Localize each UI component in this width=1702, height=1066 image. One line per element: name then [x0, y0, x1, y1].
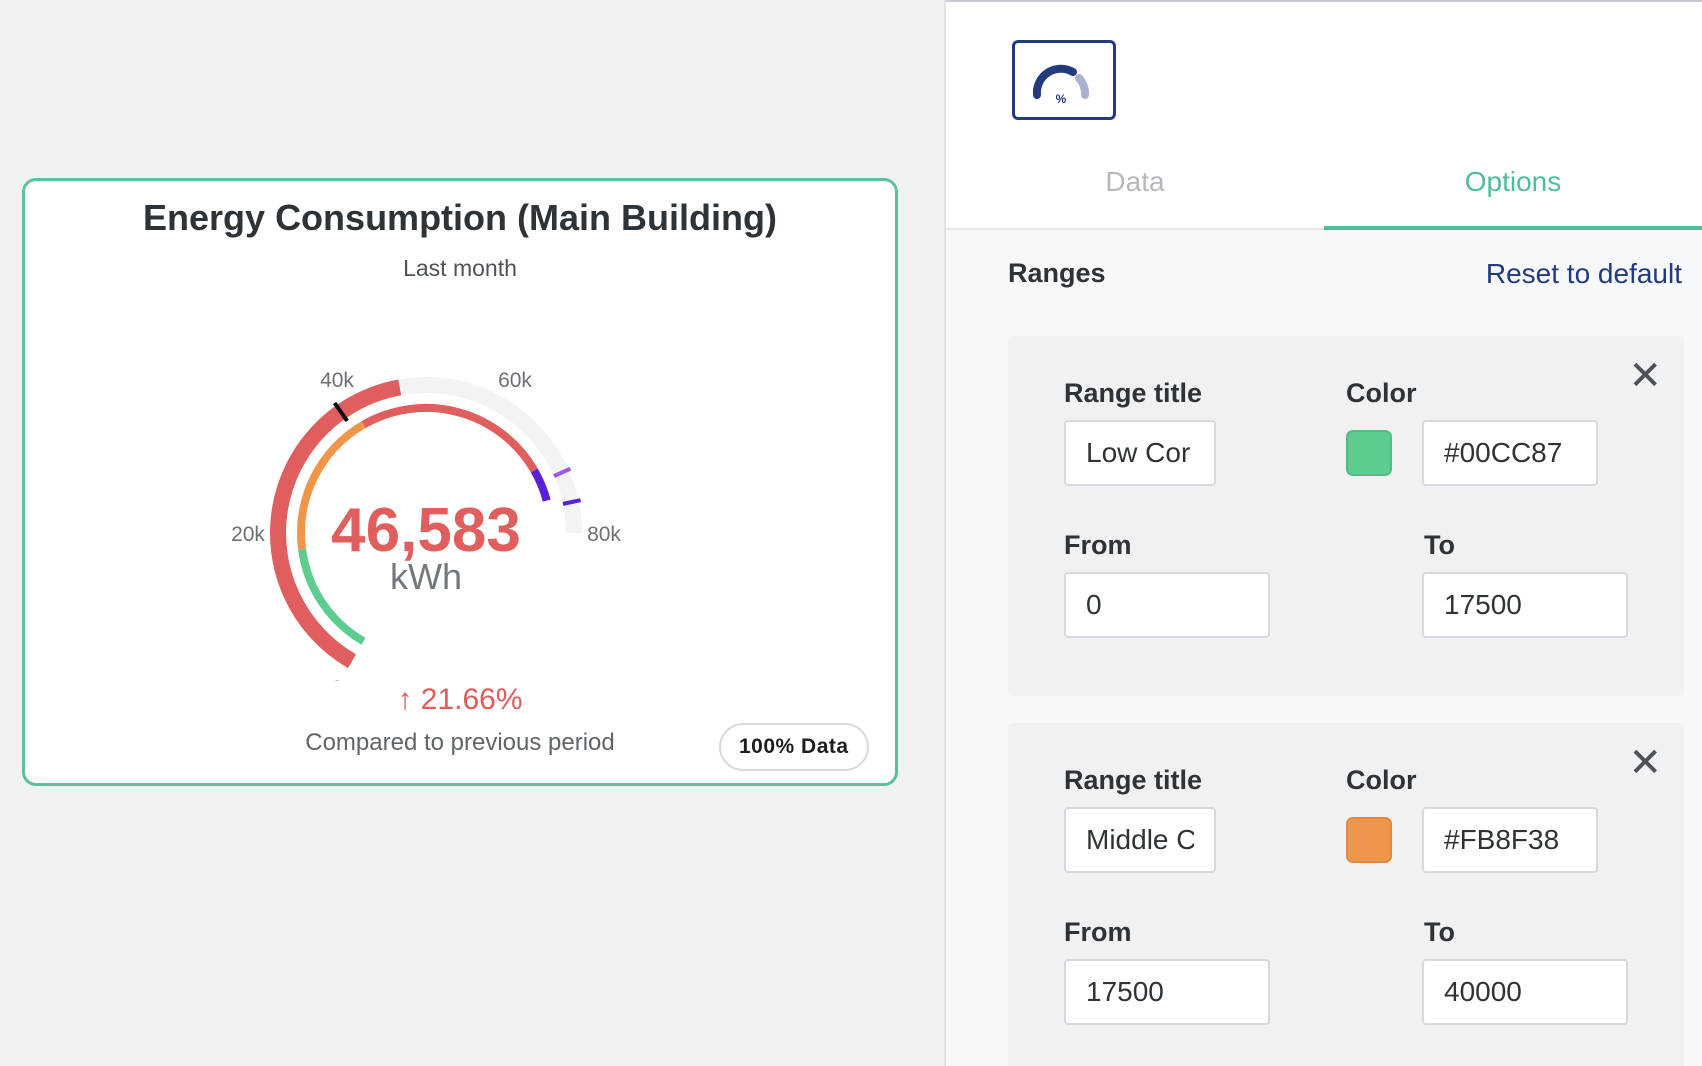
gauge-widget-card[interactable]: Energy Consumption (Main Building) Last …	[22, 178, 898, 786]
range-card: ✕ Range title Color From To	[1008, 723, 1684, 1066]
dashboard-canvas: Energy Consumption (Main Building) Last …	[0, 0, 944, 1066]
svg-text:%: %	[1056, 92, 1067, 106]
trend-value: 21.66%	[420, 683, 523, 716]
gauge-tick-label: 60k	[498, 369, 532, 392]
color-swatch[interactable]	[1346, 817, 1392, 863]
color-label: Color	[1346, 378, 1417, 408]
color-swatch[interactable]	[1346, 430, 1392, 476]
close-icon[interactable]: ✕	[1628, 356, 1662, 396]
gauge-unit: kWh	[390, 556, 462, 597]
range-from-input[interactable]	[1064, 959, 1270, 1025]
color-label: Color	[1346, 765, 1417, 795]
gauge-chart: 0 20k 40k 60k 80k 46,583 kWh	[231, 369, 621, 681]
range-from-input[interactable]	[1064, 572, 1270, 638]
gauge-range-band-3	[530, 468, 551, 502]
close-icon[interactable]: ✕	[1628, 743, 1662, 783]
gauge-tick-label: 80k	[587, 523, 621, 546]
gauge-tick-label: 20k	[231, 523, 265, 546]
color-hex-input[interactable]	[1422, 420, 1598, 486]
range-title-label: Range title	[1064, 765, 1203, 795]
from-label: From	[1064, 917, 1132, 947]
range-card: ✕ Range title Color From To	[1008, 336, 1684, 696]
gauge-chart-type-icon[interactable]: %	[1012, 40, 1116, 120]
to-label: To	[1424, 917, 1455, 947]
panel-header: % Data Options	[946, 0, 1702, 230]
arrow-up-icon: ↑	[397, 683, 413, 716]
range-title-input[interactable]	[1064, 807, 1216, 873]
ranges-heading: Ranges	[1008, 258, 1106, 288]
range-title-label: Range title	[1064, 378, 1203, 408]
color-hex-input[interactable]	[1422, 807, 1598, 873]
range-title-input[interactable]	[1064, 420, 1216, 486]
range-to-input[interactable]	[1422, 959, 1628, 1025]
data-coverage-badge[interactable]: 100% Data	[719, 723, 869, 771]
to-label: To	[1424, 530, 1455, 560]
trend-indicator: ↑ 21.66%	[25, 683, 895, 717]
reset-to-default-link[interactable]: Reset to default	[1486, 258, 1682, 290]
range-to-input[interactable]	[1422, 572, 1628, 638]
panel-tabs: Data Options	[946, 152, 1702, 230]
tab-data[interactable]: Data	[946, 152, 1324, 228]
from-label: From	[1064, 530, 1132, 560]
gauge-tick-label: 0	[331, 677, 343, 681]
gauge-tick-label: 40k	[320, 369, 354, 392]
settings-panel: % Data Options Ranges Reset to default ✕…	[944, 0, 1702, 1066]
tab-options[interactable]: Options	[1324, 152, 1702, 230]
gauge-value: 46,583	[331, 496, 521, 565]
